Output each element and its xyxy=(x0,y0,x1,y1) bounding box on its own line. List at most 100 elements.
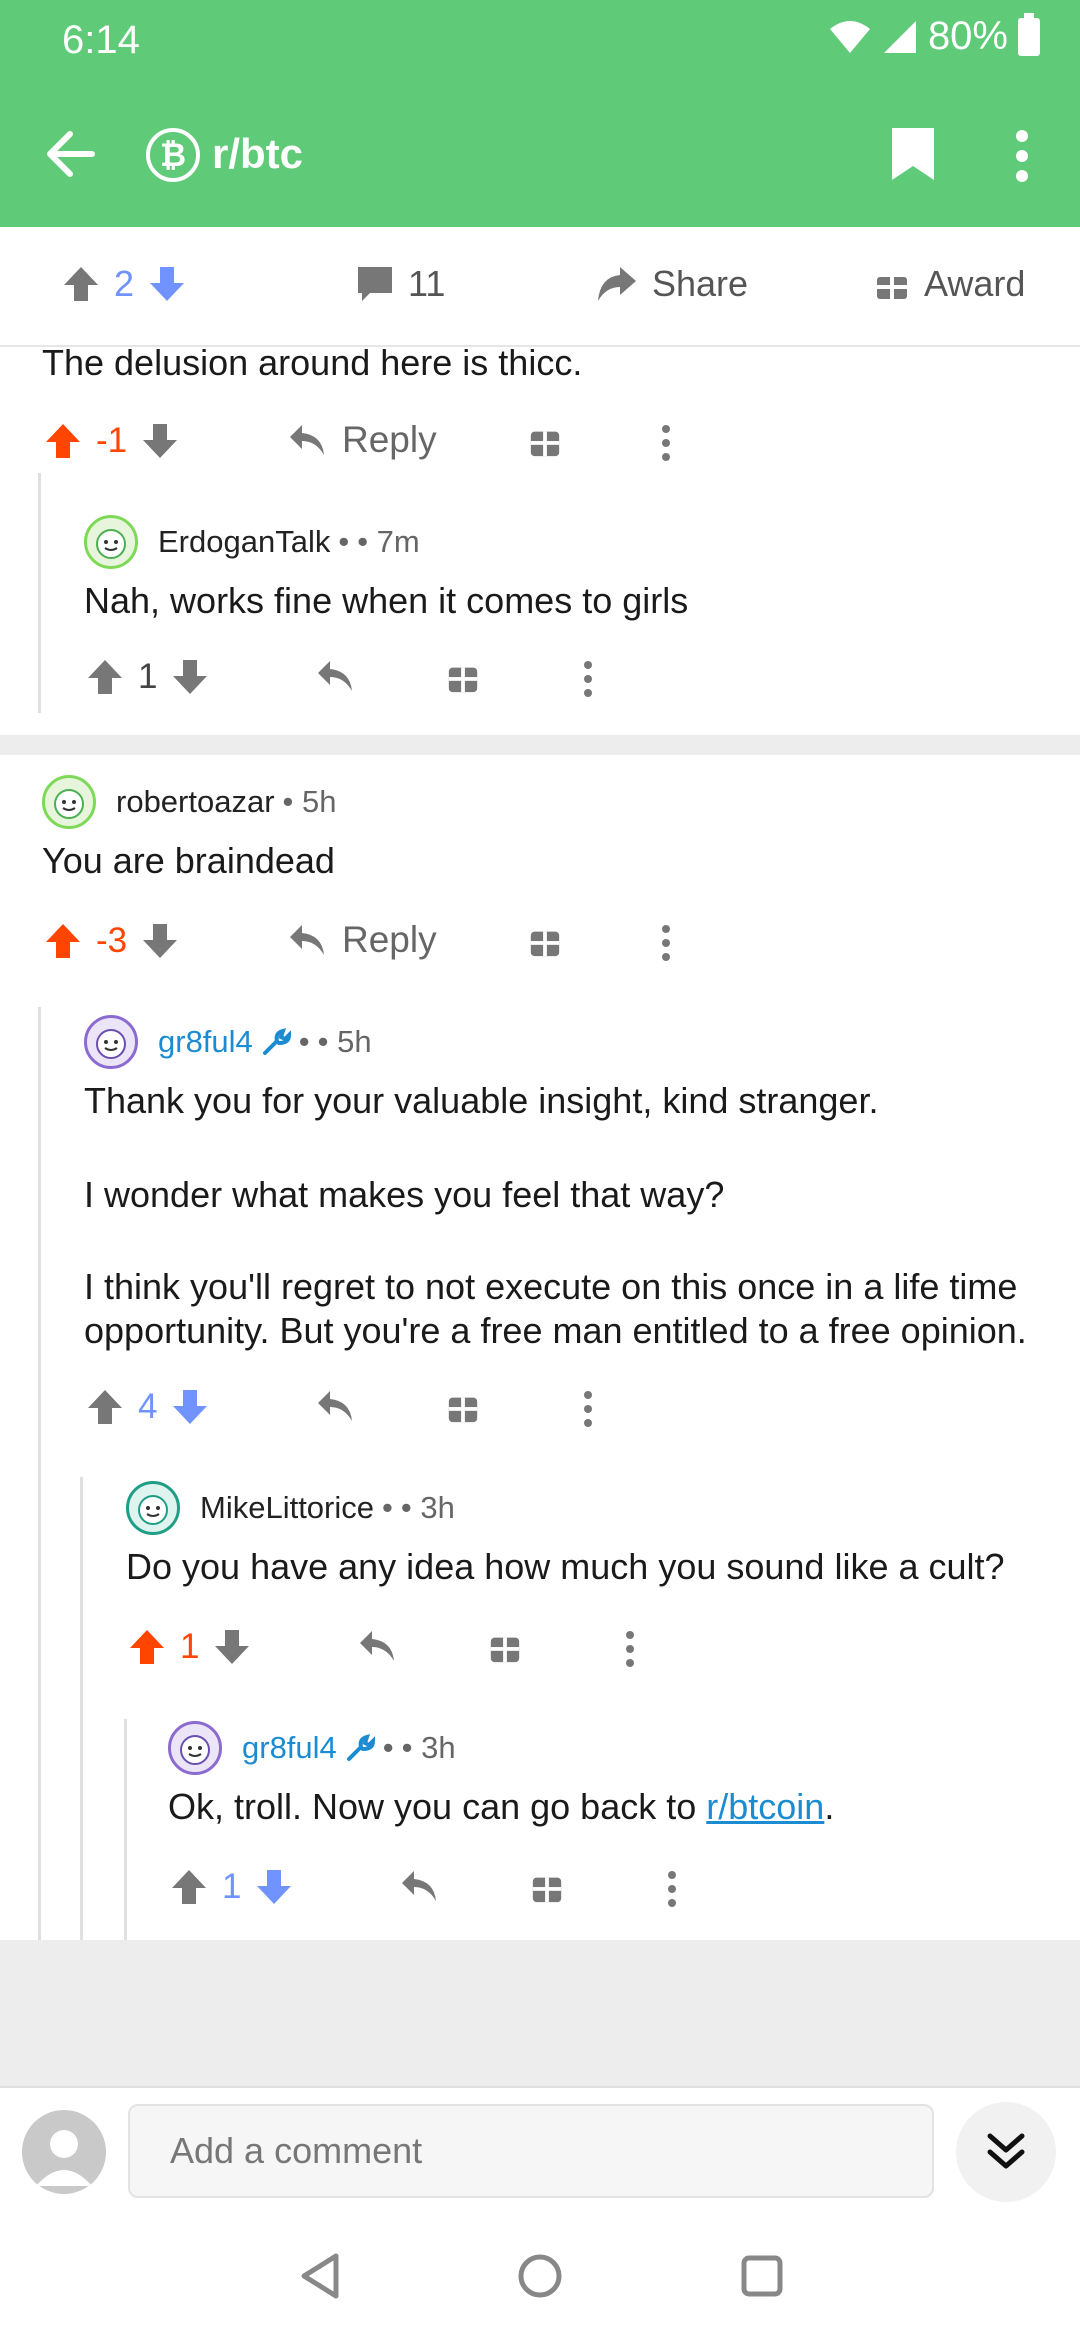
comment-actions: -1 xyxy=(44,421,179,461)
reply-button[interactable]: Reply xyxy=(288,419,437,461)
moderator-wrench-icon xyxy=(346,1734,375,1761)
more-options-icon[interactable] xyxy=(582,1389,594,1429)
gift-icon[interactable] xyxy=(488,1631,522,1665)
comments-button[interactable]: 11 xyxy=(356,263,445,305)
gift-icon[interactable] xyxy=(446,1391,480,1425)
downvote-icon[interactable] xyxy=(148,265,186,303)
comment-text: I wonder what makes you feel that way? xyxy=(84,1174,725,1215)
comment-text-part: Ok, troll. Now you can go back to xyxy=(168,1786,707,1827)
meta-bullet: • xyxy=(382,1490,393,1525)
comment-meta: robertoazar • 5h xyxy=(42,775,336,829)
gift-icon[interactable] xyxy=(528,925,562,959)
reply-icon[interactable] xyxy=(316,1389,354,1423)
bookmark-icon[interactable] xyxy=(888,124,938,184)
comment-author[interactable]: gr8ful4 xyxy=(242,1730,337,1766)
upvote-icon[interactable] xyxy=(128,1628,166,1666)
avatar[interactable] xyxy=(42,775,96,829)
subreddit-link[interactable]: r/btcoin xyxy=(706,1786,824,1827)
snoo-avatar-icon xyxy=(96,1029,126,1059)
avatar[interactable] xyxy=(84,1015,138,1069)
comment-actions: 1 xyxy=(170,1867,293,1907)
nav-home-icon[interactable] xyxy=(516,2252,564,2300)
comment-score: 1 xyxy=(222,1867,242,1906)
more-options-icon[interactable] xyxy=(660,923,672,963)
double-chevron-down-icon xyxy=(987,2133,1025,2169)
comment-score: 4 xyxy=(138,1387,158,1426)
more-options-icon[interactable] xyxy=(624,1629,636,1669)
comment-meta: MikeLittorice • • 3h xyxy=(126,1481,455,1535)
more-options-icon[interactable] xyxy=(660,423,672,463)
upvote-icon[interactable] xyxy=(86,1388,124,1426)
bitcoin-icon[interactable]: ₿ xyxy=(146,128,200,182)
downvote-icon[interactable] xyxy=(171,1388,209,1426)
avatar[interactable] xyxy=(126,1481,180,1535)
post-vote-group: 2 xyxy=(62,263,186,305)
user-placeholder-icon xyxy=(36,2130,92,2186)
upvote-icon[interactable] xyxy=(170,1868,208,1906)
comment-text: Ok, troll. Now you can go back to r/btco… xyxy=(168,1785,834,1829)
comment-composer: Add a comment xyxy=(0,2086,1080,2216)
comment-actions: 1 xyxy=(86,657,209,697)
add-comment-input[interactable]: Add a comment xyxy=(128,2104,934,2198)
overflow-menu-icon[interactable] xyxy=(1010,128,1034,184)
nav-back-icon[interactable] xyxy=(298,2252,342,2300)
upvote-icon[interactable] xyxy=(86,658,124,696)
comment-text: You are braindead xyxy=(42,840,335,881)
downvote-icon[interactable] xyxy=(141,922,179,960)
comment-text: The delusion around here is thicc. xyxy=(42,342,583,383)
comment-text: opportunity. But you're a free man entit… xyxy=(84,1310,1027,1351)
snoo-avatar-icon xyxy=(180,1735,210,1765)
wifi-icon xyxy=(829,20,870,53)
comment-author[interactable]: gr8ful4 xyxy=(158,1024,253,1060)
app-header: 6:14 80% ₿ r/btc xyxy=(0,0,1080,227)
comment-score: -1 xyxy=(96,421,128,460)
moderator-wrench-icon xyxy=(262,1028,291,1055)
award-button[interactable]: Award xyxy=(874,263,1025,305)
reply-icon[interactable] xyxy=(358,1629,396,1663)
comment-time: • 5h xyxy=(282,784,337,819)
reply-button[interactable]: Reply xyxy=(288,919,437,961)
share-button[interactable]: Share xyxy=(596,263,748,305)
comment-author[interactable]: ErdoganTalk xyxy=(158,524,330,560)
comment-meta: gr8ful4 • • 3h xyxy=(168,1721,456,1775)
comment-author[interactable]: MikeLittorice xyxy=(200,1490,374,1526)
more-options-icon[interactable] xyxy=(582,659,594,699)
nav-recents-icon[interactable] xyxy=(740,2254,784,2298)
reply-icon xyxy=(290,425,324,455)
upvote-icon[interactable] xyxy=(62,265,100,303)
thread-line xyxy=(38,473,41,713)
gift-icon[interactable] xyxy=(528,425,562,459)
avatar[interactable] xyxy=(168,1721,222,1775)
battery-percent: 80% xyxy=(927,14,1008,58)
gift-icon xyxy=(877,270,907,299)
comment-score: 1 xyxy=(180,1627,200,1666)
avatar[interactable] xyxy=(84,515,138,569)
downvote-icon[interactable] xyxy=(213,1628,251,1666)
downvote-icon[interactable] xyxy=(171,658,209,696)
gift-icon[interactable] xyxy=(530,1871,564,1905)
post-action-bar: 2 11 Share Award xyxy=(0,227,1080,347)
app-bar: ₿ r/btc xyxy=(0,110,1080,200)
reply-icon[interactable] xyxy=(400,1869,438,1903)
comment-actions: 1 xyxy=(128,1627,251,1667)
downvote-icon[interactable] xyxy=(255,1868,293,1906)
comment-actions: -3 xyxy=(44,921,179,961)
thread-end-spacer xyxy=(0,1940,1080,2086)
snoo-avatar-icon xyxy=(138,1495,168,1525)
comment-text-part: . xyxy=(824,1786,835,1827)
comment-meta: gr8ful4 • • 5h xyxy=(84,1015,372,1069)
upvote-icon[interactable] xyxy=(44,422,82,460)
subreddit-title[interactable]: r/btc xyxy=(212,130,303,178)
back-arrow-icon[interactable] xyxy=(44,128,96,180)
comment-author[interactable]: robertoazar xyxy=(116,784,275,820)
jump-down-button[interactable] xyxy=(956,2102,1056,2202)
gift-icon[interactable] xyxy=(446,661,480,695)
more-options-icon[interactable] xyxy=(666,1869,678,1909)
share-icon xyxy=(598,267,636,301)
user-avatar[interactable] xyxy=(22,2110,106,2194)
meta-bullet: • xyxy=(338,524,350,559)
downvote-icon[interactable] xyxy=(141,422,179,460)
reply-icon[interactable] xyxy=(316,659,354,693)
upvote-icon[interactable] xyxy=(44,922,82,960)
reply-label: Reply xyxy=(342,419,437,460)
